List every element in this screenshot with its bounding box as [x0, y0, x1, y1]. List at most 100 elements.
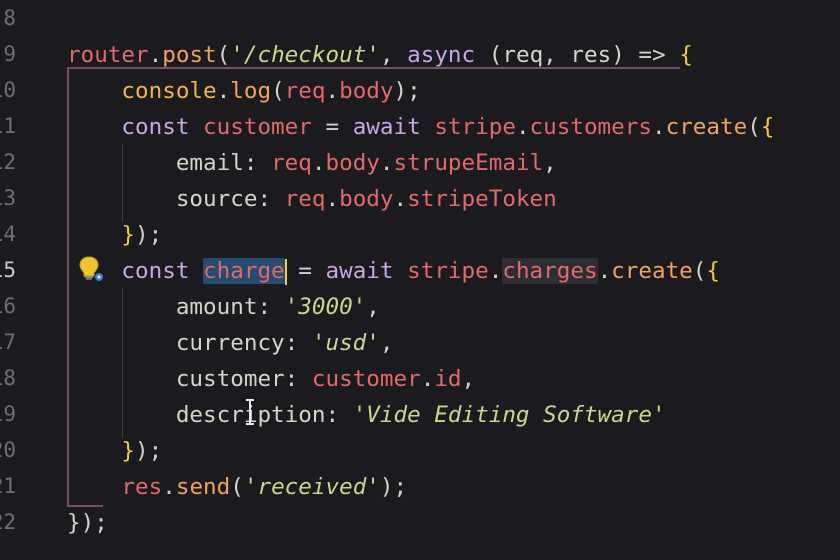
code-token: async — [407, 42, 476, 68]
scope-outline-bottom — [67, 505, 103, 507]
code-line[interactable]: amount: '3000', — [67, 289, 380, 325]
line-number: 8 — [3, 6, 16, 30]
code-line[interactable]: console.log(req.body); — [67, 73, 421, 109]
code-token: , — [543, 150, 557, 176]
code-line[interactable]: }); — [67, 217, 162, 253]
code-token: . — [325, 78, 340, 104]
code-token: . — [216, 78, 231, 104]
code-token: 'received' — [243, 474, 380, 500]
code-line[interactable]: email: req.body.strupeEmail, — [67, 145, 557, 181]
code-line[interactable]: res.send('received'); — [67, 469, 407, 505]
line-number: 22 — [0, 510, 16, 534]
code-token: ( — [475, 42, 503, 68]
line-number: 17 — [0, 330, 16, 354]
code-line[interactable]: const charge = await stripe.charges.crea… — [67, 253, 720, 289]
code-token: create — [611, 258, 693, 284]
line-number: 20 — [0, 438, 16, 462]
code-token: send — [175, 474, 231, 500]
line-number: 18 — [0, 366, 16, 390]
code-token: ); — [135, 438, 163, 464]
code-token: req — [271, 150, 312, 176]
code-token: res — [570, 42, 612, 68]
scope-outline-left — [67, 67, 69, 507]
line-number: 9 — [3, 42, 16, 66]
code-token: customers — [529, 114, 652, 140]
code-token: } — [67, 510, 81, 536]
code-token: 'usd' — [311, 330, 380, 356]
code-token: = — [284, 258, 326, 284]
code-token: res — [121, 474, 163, 500]
code-token: : — [325, 402, 353, 428]
code-token: '3000' — [284, 294, 367, 320]
code-token: req — [284, 78, 326, 104]
code-token: ); — [80, 510, 108, 536]
code-token: customer — [175, 366, 285, 392]
code-token: , — [543, 42, 571, 68]
indent-guide — [122, 288, 123, 438]
code-token: . — [420, 366, 435, 392]
code-token: req — [284, 186, 326, 212]
code-token: stripe — [434, 114, 516, 140]
code-line[interactable]: customer: customer.id, — [67, 361, 475, 397]
code-token: await — [352, 114, 421, 140]
code-token: . — [393, 186, 408, 212]
code-token: ); — [393, 78, 421, 104]
code-token: currency — [175, 330, 285, 356]
code-token: strupeEmail — [393, 150, 544, 176]
line-number: 10 — [0, 78, 16, 102]
code-token: : — [284, 330, 312, 356]
code-token: = — [311, 114, 353, 140]
code-token: } — [121, 438, 136, 464]
code-line[interactable]: const customer = await stripe.customers.… — [67, 109, 774, 145]
code-token: id — [434, 366, 462, 392]
code-token: customer — [311, 366, 421, 392]
code-token: . — [162, 474, 176, 500]
code-token: { — [760, 114, 775, 140]
text-cursor-icon — [246, 399, 254, 425]
code-token: ( — [216, 42, 231, 68]
code-token: 'Vide Editing Software' — [352, 402, 666, 428]
code-token: , — [379, 42, 408, 68]
code-token: : — [243, 150, 272, 176]
code-token: { — [706, 258, 721, 284]
code-token: => — [638, 42, 666, 68]
code-token: create — [665, 114, 748, 140]
code-token: ); — [379, 474, 408, 500]
code-line[interactable]: }); — [67, 505, 108, 541]
line-number: 15 — [0, 258, 16, 282]
line-number: 13 — [0, 186, 16, 210]
code-token: post — [162, 42, 217, 68]
line-number: 11 — [0, 114, 16, 138]
code-token: , — [461, 366, 476, 392]
code-line[interactable]: currency: 'usd', — [67, 325, 394, 361]
code-token: source — [175, 186, 258, 212]
code-token: amount — [175, 294, 258, 320]
code-token: { — [679, 42, 693, 68]
code-token: stripeToken — [407, 186, 557, 212]
lightbulb-icon[interactable] — [78, 255, 104, 283]
line-number: 14 — [0, 222, 16, 246]
line-number: 19 — [0, 402, 16, 426]
code-token: req — [502, 42, 544, 68]
code-token: : — [284, 366, 312, 392]
code-token: log — [230, 78, 272, 104]
code-token: ) — [611, 42, 639, 68]
code-token: charge — [203, 258, 285, 284]
code-line[interactable]: description: 'Vide Editing Software' — [67, 397, 666, 433]
code-token: . — [379, 150, 394, 176]
code-token: const — [121, 258, 190, 284]
code-line[interactable]: }); — [67, 433, 162, 469]
code-token: : — [257, 294, 285, 320]
code-line[interactable]: source: req.body.stripeToken — [67, 181, 557, 217]
code-token: . — [325, 186, 340, 212]
code-token: . — [488, 258, 503, 284]
code-editor[interactable]: 8910111213141516171819202122 router.post… — [0, 0, 840, 560]
code-token: stripe — [407, 258, 489, 284]
